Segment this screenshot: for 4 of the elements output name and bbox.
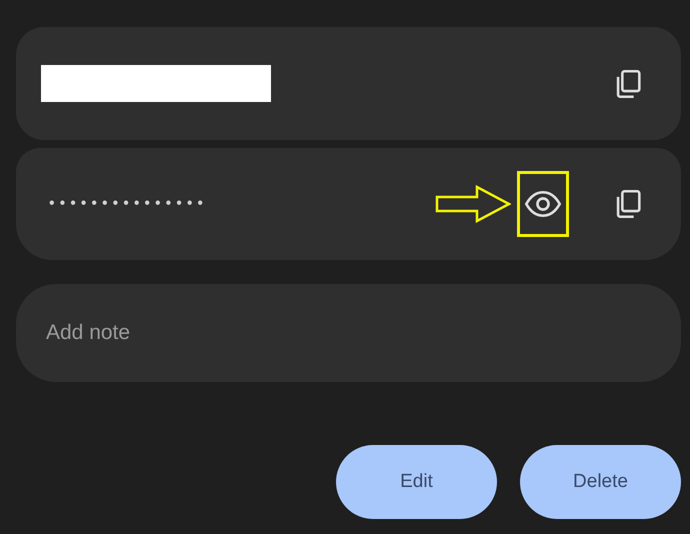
edit-button[interactable]: Edit [336,445,497,519]
delete-button[interactable]: Delete [520,445,681,519]
masked-password: ••••••••••••••• [48,195,208,213]
note-field[interactable]: Add note [16,284,681,382]
